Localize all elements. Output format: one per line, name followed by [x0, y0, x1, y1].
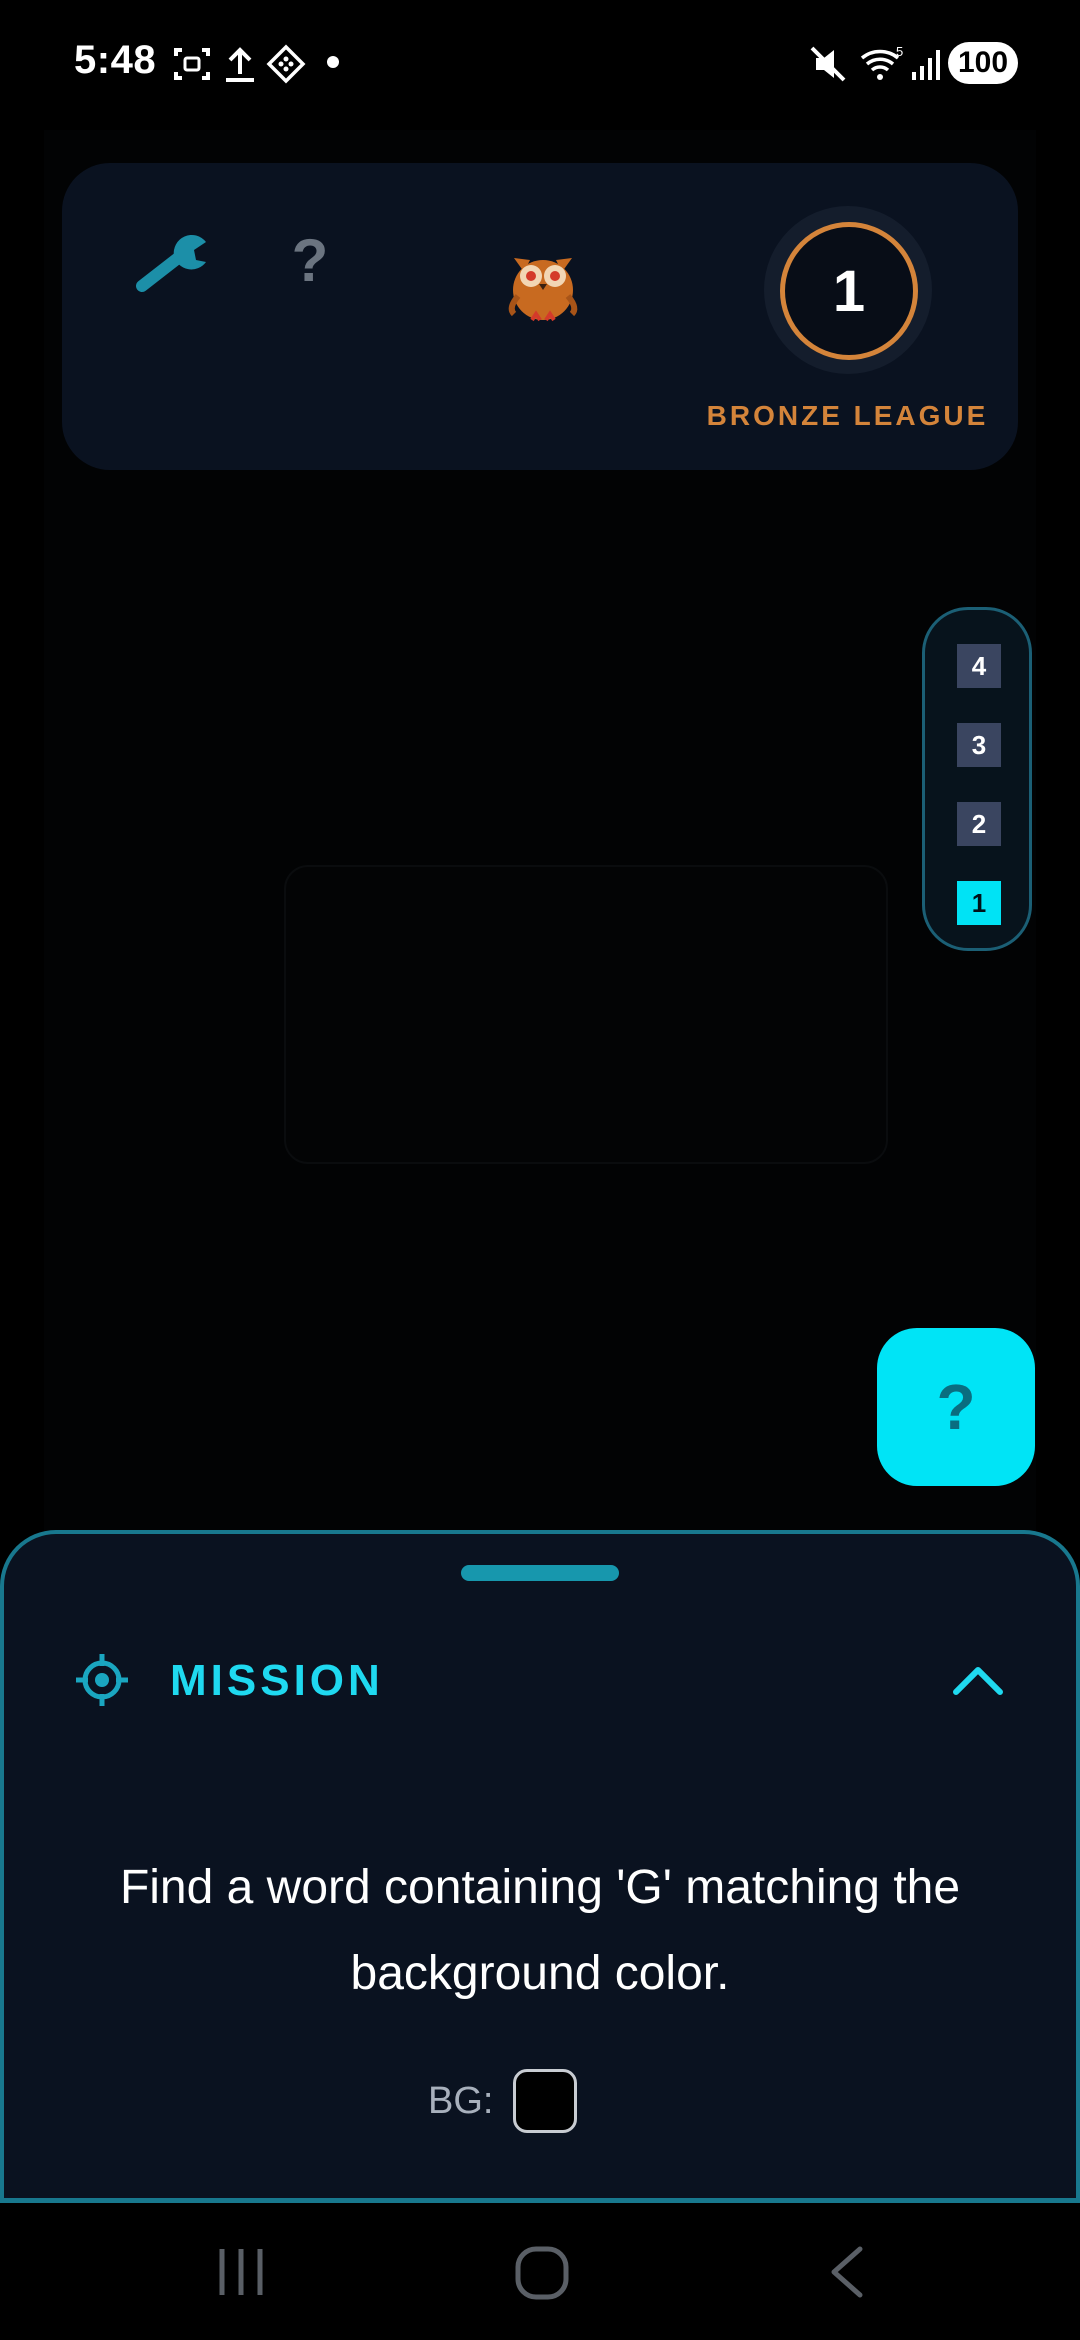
owl-icon [508, 258, 578, 322]
status-bar: 5:48 5 100 [0, 0, 1080, 130]
mission-text: Find a word containing 'G' matching the … [119, 1861, 961, 2000]
mission-title: MISSION [170, 1656, 384, 1705]
target-icon [76, 1654, 128, 1706]
level-number: 1 [780, 222, 918, 360]
level-button-4[interactable]: 4 [957, 644, 1001, 688]
recent-apps-icon[interactable] [214, 2245, 268, 2299]
league-label: BRONZE LEAGUE [706, 400, 989, 431]
chevron-up-icon[interactable] [950, 1660, 1006, 1700]
svg-text:5: 5 [896, 44, 903, 59]
level-button-2[interactable]: 2 [957, 802, 1001, 846]
help-icon[interactable]: ? [288, 226, 332, 296]
level-button-1[interactable]: 1 [957, 881, 1001, 925]
dot-icon [327, 56, 339, 68]
battery-icon: 100 [948, 42, 1018, 84]
hint-button[interactable]: ? [877, 1328, 1035, 1486]
status-time: 5:48 [74, 38, 157, 82]
level-button-3[interactable]: 3 [957, 723, 1001, 767]
signal-icon [912, 50, 940, 80]
level-selector: 4 3 2 1 [922, 607, 1032, 951]
bg-label: BG: [428, 2080, 494, 2122]
screenshot-icon [174, 48, 210, 80]
home-icon[interactable] [514, 2245, 570, 2301]
upload-icon [226, 47, 254, 82]
bg-color-swatch [513, 2069, 577, 2133]
app-icon [266, 44, 306, 84]
wifi-icon: 5 [860, 44, 903, 80]
wrench-icon[interactable] [136, 234, 212, 294]
level-badge[interactable]: 1 [764, 206, 932, 374]
word-card [284, 865, 888, 1164]
back-icon[interactable] [826, 2245, 866, 2299]
drag-handle[interactable] [461, 1565, 619, 1581]
mute-icon [810, 46, 846, 82]
